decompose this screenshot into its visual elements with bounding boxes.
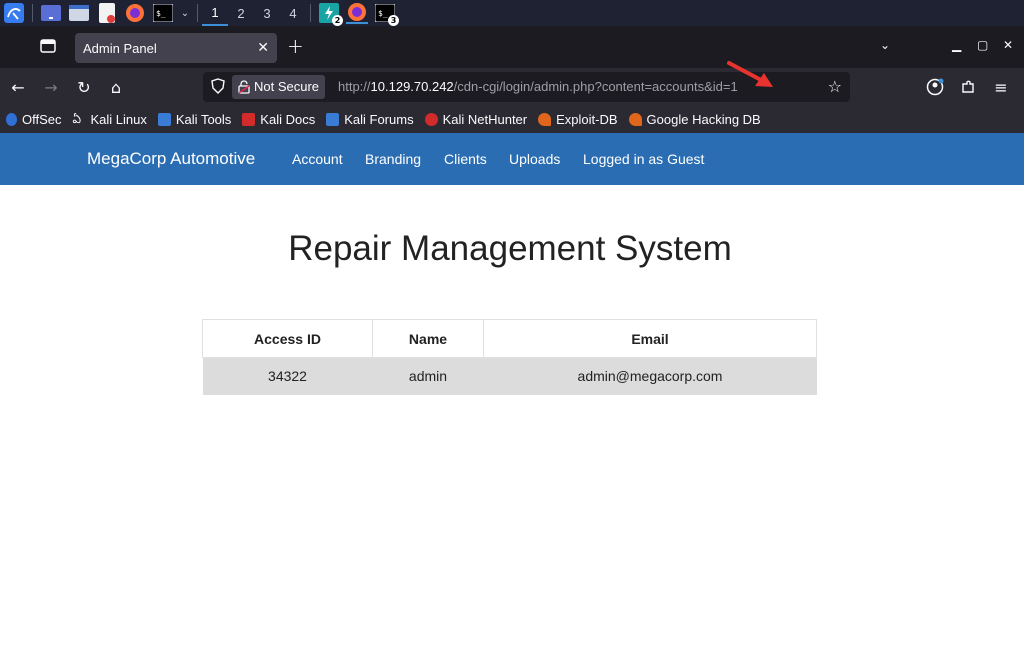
nethunter-icon [424, 113, 438, 126]
bookmark-kali-forums[interactable]: Kali Forums [326, 112, 414, 127]
back-arrow-icon[interactable]: ← [8, 77, 28, 97]
svg-text:$_: $_ [378, 9, 388, 18]
bookmark-kali-docs[interactable]: Kali Docs [242, 112, 315, 127]
bookmark-label: Kali NetHunter [442, 112, 528, 127]
close-icon[interactable]: ✕ [257, 39, 269, 56]
workspace-3[interactable]: 3 [254, 0, 280, 26]
bookmark-label: Google Hacking DB [646, 112, 761, 127]
bookmark-google-hacking-db[interactable]: Google Hacking DB [628, 112, 761, 127]
cell-access-id: 34322 [202, 357, 373, 395]
terminal-icon[interactable]: $_ [152, 2, 174, 24]
site-brand-link[interactable]: MegaCorp Automotive [87, 149, 255, 169]
list-all-tabs-icon[interactable]: ⌄ [880, 38, 890, 52]
window-close-icon[interactable]: ✕ [1003, 38, 1013, 52]
column-header-name: Name [372, 319, 484, 358]
site-navbar: MegaCorp Automotive Account Branding Cli… [0, 133, 1024, 185]
ghdb-icon [628, 113, 642, 126]
insecure-lock-icon [238, 80, 250, 94]
tracking-protection-shield-icon[interactable] [211, 78, 225, 98]
cell-name: admin [372, 357, 484, 395]
window-count-badge: 2 [332, 15, 343, 26]
web-page: MegaCorp Automotive Account Branding Cli… [0, 133, 1024, 645]
chevron-down-icon[interactable]: ⌄ [180, 2, 190, 24]
hamburger-menu-icon[interactable]: ≡ [991, 77, 1011, 97]
bookmark-label: Exploit-DB [556, 112, 618, 127]
exploit-db-icon [538, 113, 552, 126]
column-header-access-id: Access ID [202, 319, 373, 358]
kali-menu-icon[interactable] [3, 2, 25, 24]
table-header-row: Access ID Name Email [202, 319, 817, 358]
nav-link-uploads[interactable]: Uploads [509, 151, 560, 167]
reload-icon[interactable]: ↻ [74, 77, 94, 97]
kali-docs-icon [242, 113, 256, 126]
tab-admin-panel[interactable]: Admin Panel ✕ [75, 33, 277, 63]
url-host: 10.129.70.242 [370, 79, 454, 94]
firefox-icon[interactable] [124, 2, 146, 24]
bookmark-offsec[interactable]: OffSec [6, 112, 62, 127]
bookmark-label: OffSec [22, 112, 62, 127]
bookmark-kali-linux[interactable]: ఏ Kali Linux [73, 112, 147, 127]
svg-text:$_: $_ [156, 9, 166, 18]
bookmark-label: Kali Linux [90, 112, 147, 127]
workspace-2[interactable]: 2 [228, 0, 254, 26]
extensions-icon[interactable] [958, 77, 978, 97]
taskbar-separator [197, 4, 198, 22]
red-annotation-arrow [727, 60, 777, 94]
url-scheme: http:// [338, 79, 371, 94]
maximize-icon[interactable]: ▢ [977, 38, 988, 52]
bookmark-label: Kali Forums [344, 112, 414, 127]
firefox-view-icon[interactable] [38, 37, 60, 57]
nav-link-logged-in-user[interactable]: Logged in as Guest [583, 151, 704, 167]
browser-nav-bar: ← → ↻ ⌂ Not Secure http://10.129.70.242/… [0, 68, 1024, 106]
table-row: 34322 admin admin@megacorp.com [202, 357, 817, 395]
not-secure-label: Not Secure [254, 79, 320, 94]
offsec-icon [6, 113, 17, 126]
bookmark-label: Kali Tools [175, 112, 232, 127]
kali-forums-icon [326, 113, 340, 126]
firefox-window-icon[interactable] [346, 2, 368, 24]
desktop-icon[interactable] [40, 2, 62, 24]
cell-email: admin@megacorp.com [483, 357, 817, 395]
kali-tools-icon [157, 113, 171, 126]
burp-app-icon[interactable]: 2 [318, 2, 343, 26]
new-tab-button[interactable]: + [287, 36, 304, 56]
bookmark-label: Kali Docs [260, 112, 316, 127]
browser-tab-strip: Admin Panel ✕ + ⌄ ▁ ▢ ✕ [0, 26, 1024, 68]
file-manager-icon[interactable] [68, 2, 90, 24]
bookmark-exploit-db[interactable]: Exploit-DB [538, 112, 618, 127]
text-editor-icon[interactable] [96, 2, 118, 24]
bookmark-star-icon[interactable]: ☆ [828, 77, 842, 96]
accounts-table: Access ID Name Email 34322 admin admin@m… [202, 319, 817, 395]
terminal-window-icon[interactable]: $_ 3 [374, 2, 399, 26]
url-text[interactable]: http://10.129.70.242/cdn-cgi/login/admin… [338, 79, 738, 94]
system-taskbar: $_ ⌄ 1 2 3 4 2 $_ 3 [0, 0, 1024, 26]
page-title: Repair Management System [288, 229, 732, 268]
taskbar-separator [310, 4, 311, 22]
taskbar-separator [32, 4, 33, 22]
account-icon[interactable] [925, 77, 945, 97]
not-secure-badge[interactable]: Not Secure [232, 75, 326, 99]
tab-title: Admin Panel [83, 40, 157, 56]
workspace-1[interactable]: 1 [202, 0, 228, 26]
bookmarks-toolbar: OffSec ఏ Kali Linux Kali Tools Kali Docs … [0, 106, 1024, 133]
nav-link-account[interactable]: Account [292, 151, 343, 167]
nav-link-clients[interactable]: Clients [444, 151, 487, 167]
minimize-icon[interactable]: ▁ [952, 38, 961, 52]
home-icon[interactable]: ⌂ [106, 77, 126, 97]
bookmark-kali-tools[interactable]: Kali Tools [157, 112, 232, 127]
window-count-badge: 3 [388, 15, 399, 26]
workspace-4[interactable]: 4 [280, 0, 306, 26]
forward-arrow-icon[interactable]: → [41, 77, 61, 97]
nav-link-branding[interactable]: Branding [365, 151, 421, 167]
column-header-email: Email [483, 319, 817, 358]
kali-dragon-icon: ఏ [72, 112, 82, 126]
bookmark-kali-nethunter[interactable]: Kali NetHunter [424, 112, 528, 127]
url-path: /cdn-cgi/login/admin.php?content=account… [453, 79, 738, 94]
